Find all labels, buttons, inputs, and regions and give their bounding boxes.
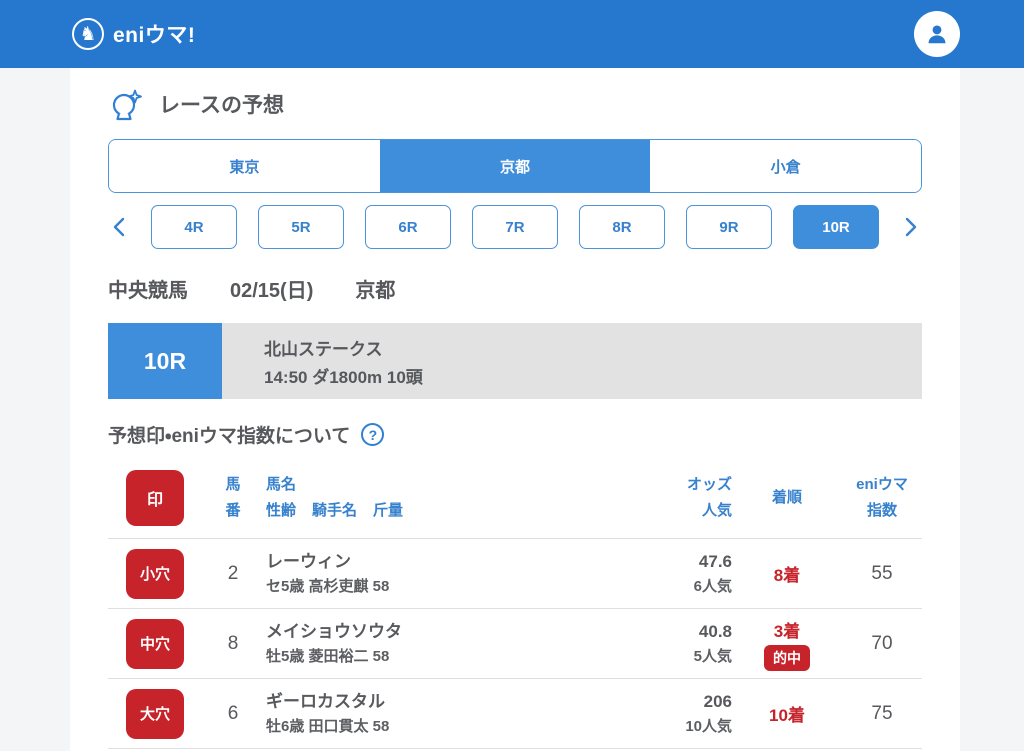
race-button-10r[interactable]: 10R [793, 205, 879, 249]
prediction-table: 印 馬 番 馬名 性齢 騎手名 斤量 オッズ 人気 着順 eniウマ 指数 小穴… [108, 458, 922, 749]
table-row[interactable]: 小穴 2 レーウィン セ5歳 高杉吏麒 58 47.6 6人気 8着 55 [108, 538, 922, 608]
race-meta-date: 02/15(日) [230, 280, 314, 302]
header-horse-number: 馬 番 [225, 475, 241, 519]
race-button-4r[interactable]: 4R [151, 205, 237, 249]
question-mark-icon[interactable]: ? [361, 423, 385, 446]
eniuma-index: 55 [871, 562, 893, 584]
race-button-8r[interactable]: 8R [579, 205, 665, 249]
odds-value: 206 [703, 691, 732, 711]
race-button-5r[interactable]: 5R [258, 205, 344, 249]
result-cell: 8着 [732, 561, 842, 586]
horse-name: レーウィン [266, 551, 351, 571]
horse-name: メイショウソウタ [266, 621, 402, 641]
finish-position: 10着 [769, 706, 805, 725]
result-cell: 3着 的中 [732, 617, 842, 671]
crystal-ball-icon [112, 89, 142, 121]
race-banner-number: 10R [108, 323, 222, 399]
popularity: 10人気 [685, 718, 732, 736]
finish-position: 8着 [773, 566, 801, 585]
race-banner-details: 14:50 ダ1800m 10頭 [264, 367, 423, 387]
header-result: 着順 [771, 488, 802, 506]
odds-value: 47.6 [698, 551, 732, 571]
page-title: レースの予想 [159, 94, 284, 117]
page-title-row: レースの予想 [108, 86, 922, 122]
race-banner[interactable]: 10R 北山ステークス 14:50 ダ1800m 10頭 [108, 323, 922, 399]
race-meta-venue: 京都 [355, 280, 396, 302]
eniuma-index: 70 [871, 632, 893, 654]
popularity: 6人気 [693, 578, 732, 596]
header-horse-name: 馬名 性齢 騎手名 斤量 [266, 475, 404, 519]
content-card: レースの予想 東京 京都 小倉 4R 5R 6R 7R 8R 9R 10R 中央… [70, 68, 960, 751]
race-meta-category: 中央競馬 [108, 280, 188, 302]
horse-number: 2 [227, 562, 239, 584]
odds-cell: 206 10人気 [582, 689, 732, 739]
venue-tab-tokyo[interactable]: 東京 [109, 140, 380, 192]
eniuma-index: 75 [871, 702, 893, 724]
horse-name-cell: メイショウソウタ 牡5歳 菱田裕二 58 [266, 619, 582, 669]
table-bottom-divider [108, 748, 922, 749]
race-nav: 4R 5R 6R 7R 8R 9R 10R [108, 205, 922, 249]
race-banner-name: 北山ステークス [264, 339, 383, 359]
table-row[interactable]: 中穴 8 メイショウソウタ 牡5歳 菱田裕二 58 40.8 5人気 3着 的中… [108, 608, 922, 678]
race-button-6r[interactable]: 6R [365, 205, 451, 249]
mark-badge: 大穴 [126, 688, 184, 739]
header-index: eniウマ 指数 [856, 475, 908, 519]
header-mark: 印 [126, 470, 184, 526]
horse-knight-glyph: ♞ [79, 23, 97, 45]
horse-name-cell: ギーロカスタル 牡6歳 田口貫太 58 [266, 689, 582, 739]
race-meta: 中央競馬 02/15(日) 京都 [108, 274, 922, 303]
horse-info: 牡5歳 菱田裕二 58 [266, 648, 390, 666]
logo-text: eniウマ! [113, 24, 196, 47]
popularity: 5人気 [693, 648, 732, 666]
odds-cell: 40.8 5人気 [582, 619, 732, 669]
horse-info: セ5歳 高杉吏麒 58 [266, 578, 390, 596]
mark-badge: 小穴 [126, 548, 184, 599]
header-odds: オッズ 人気 [686, 475, 732, 519]
chevron-left-icon[interactable] [108, 213, 130, 241]
horse-name-cell: レーウィン セ5歳 高杉吏麒 58 [266, 549, 582, 599]
venue-tab-kyoto[interactable]: 京都 [379, 140, 651, 192]
odds-value: 40.8 [698, 621, 732, 641]
page: ♞ eniウマ! レースの予想 東京 京都 小倉 4R 5R 6R 7R 8R … [0, 0, 1024, 751]
horse-number: 8 [227, 632, 239, 654]
about-row: 予想印・eniウマ指数について ? [108, 421, 922, 448]
horse-number: 6 [227, 702, 239, 724]
race-button-7r[interactable]: 7R [472, 205, 558, 249]
app-logo[interactable]: ♞ eniウマ! [72, 18, 195, 50]
race-button-9r[interactable]: 9R [686, 205, 772, 249]
result-cell: 10着 [732, 701, 842, 726]
mark-badge: 中穴 [126, 618, 184, 669]
horse-info: 牡6歳 田口貫太 58 [266, 718, 390, 736]
table-header-row: 印 馬 番 馬名 性齢 騎手名 斤量 オッズ 人気 着順 eniウマ 指数 [108, 458, 922, 538]
horse-knight-icon: ♞ [72, 18, 104, 50]
venue-tab-kokura[interactable]: 小倉 [650, 140, 921, 192]
table-row[interactable]: 大穴 6 ギーロカスタル 牡6歳 田口貫太 58 206 10人気 10着 75 [108, 678, 922, 748]
race-banner-info: 北山ステークス 14:50 ダ1800m 10頭 [222, 323, 922, 399]
horse-name: ギーロカスタル [266, 691, 385, 711]
question-mark-glyph: ? [368, 426, 378, 443]
about-label: 予想印・eniウマ指数について [108, 426, 351, 447]
finish-position: 3着 [773, 621, 801, 641]
chevron-right-icon[interactable] [900, 213, 922, 241]
user-icon [928, 25, 946, 44]
venue-tab-bar: 東京 京都 小倉 [108, 139, 922, 193]
odds-cell: 47.6 6人気 [582, 549, 732, 599]
hit-badge: 的中 [764, 644, 810, 671]
user-avatar-button[interactable] [914, 11, 960, 57]
app-header: ♞ eniウマ! [0, 0, 1024, 68]
